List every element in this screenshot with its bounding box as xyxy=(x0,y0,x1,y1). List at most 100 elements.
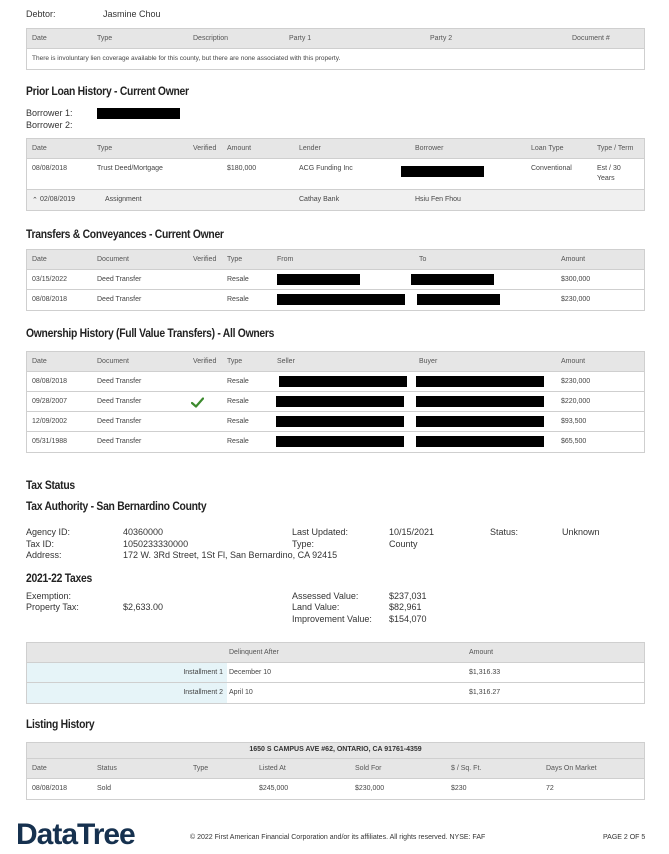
assignment-type: Assignment xyxy=(105,196,142,203)
column-header: Amount xyxy=(227,145,252,152)
column-header: Date xyxy=(32,358,47,365)
redacted-buyer xyxy=(416,376,544,387)
owner-type: Resale xyxy=(227,378,249,385)
installments-table: Delinquent After Amount Installment 1 De… xyxy=(26,642,645,704)
listing-listed: $245,000 xyxy=(259,785,289,792)
redacted-seller xyxy=(279,376,407,387)
table-header: Date Status Type Listed At Sold For $ / … xyxy=(27,759,644,779)
land-label: Land Value: xyxy=(292,602,340,612)
column-header: Party 2 xyxy=(430,35,453,42)
installment-amount: $1,316.33 xyxy=(469,669,501,676)
installment-label: Installment 1 xyxy=(183,669,223,676)
listing-address: 1650 S CAMPUS AVE #62, ONTARIO, CA 91761… xyxy=(249,746,422,753)
table-header: Date Type Description Party 1 Party 2 Do… xyxy=(27,29,644,49)
owner-doc: Deed Transfer xyxy=(97,398,142,405)
owner-type: Resale xyxy=(227,438,249,445)
installment-date: April 10 xyxy=(229,689,253,696)
column-header: Document xyxy=(97,256,129,263)
transfer-amount: $230,000 xyxy=(561,296,591,303)
column-header: Listed At xyxy=(259,765,286,772)
assignment-date: 02/08/2019 xyxy=(40,196,76,203)
listing-date: 08/08/2018 xyxy=(32,785,68,792)
transfer-date: 08/08/2018 xyxy=(32,296,68,303)
verified-check-icon xyxy=(191,397,204,408)
table-header: Date Document Verified Type Seller Buyer… xyxy=(27,352,644,372)
installment-date: December 10 xyxy=(229,669,272,676)
owner-doc: Deed Transfer xyxy=(97,438,142,445)
owner-amount: $220,000 xyxy=(561,398,591,405)
column-header: Type / Term xyxy=(597,145,634,152)
listing-table: 1650 S CAMPUS AVE #62, ONTARIO, CA 91761… xyxy=(26,742,645,800)
owner-date: 05/31/1988 xyxy=(32,438,68,445)
taxid-value: 1050233330000 xyxy=(123,539,189,549)
redacted-buyer xyxy=(416,416,544,427)
column-header: From xyxy=(277,256,294,263)
tax-authority-title: Tax Authority - San Bernardino County xyxy=(26,501,207,513)
debtor-label: Debtor: xyxy=(26,9,56,19)
tax-year-title: 2021-22 Taxes xyxy=(26,573,92,585)
column-header: Date xyxy=(32,256,47,263)
transfer-doc: Deed Transfer xyxy=(97,276,142,283)
table-header: Delinquent After Amount xyxy=(27,643,644,663)
liens-note: There is involuntary lien coverage avail… xyxy=(32,55,341,62)
loan-date: 08/08/2018 xyxy=(32,165,68,172)
column-header: Type xyxy=(97,35,113,42)
redacted-borrower1 xyxy=(97,108,180,119)
owner-type: Resale xyxy=(227,398,249,405)
owner-date: 08/08/2018 xyxy=(32,378,68,385)
assessed-label: Assessed Value: xyxy=(292,591,359,601)
column-header: Verified xyxy=(193,145,217,152)
installment-amount: $1,316.27 xyxy=(469,689,501,696)
column-header: Delinquent After xyxy=(229,649,279,656)
table-row: 12/09/2002 Deed Transfer Resale $93,500 xyxy=(27,412,644,432)
column-header: Date xyxy=(32,35,47,42)
owner-date: 09/28/2007 xyxy=(32,398,68,405)
redacted-buyer xyxy=(416,396,544,407)
updated-value: 10/15/2021 xyxy=(389,527,435,537)
status-label: Status: xyxy=(490,527,519,537)
column-header: Party 1 xyxy=(289,35,312,42)
exemption-label: Exemption: xyxy=(26,591,72,601)
taxid-label: Tax ID: xyxy=(26,539,55,549)
updated-label: Last Updated: xyxy=(292,527,349,537)
tax-status-title: Tax Status xyxy=(26,480,75,492)
column-header: Verified xyxy=(193,358,217,365)
column-header: Type xyxy=(227,256,243,263)
column-header: Type xyxy=(227,358,243,365)
agency-label: Agency ID: xyxy=(26,527,71,537)
assessed-value: $237,031 xyxy=(389,591,427,601)
table-row: 05/31/1988 Deed Transfer Resale $65,500 xyxy=(27,432,644,452)
column-header: Seller xyxy=(277,358,295,365)
type-value: County xyxy=(389,539,418,549)
table-row: 09/28/2007 Deed Transfer Resale $220,000 xyxy=(27,392,644,412)
transfers-title: Transfers & Conveyances - Current Owner xyxy=(26,229,224,241)
column-header: Loan Type xyxy=(531,145,564,152)
loan-type: Trust Deed/Mortgage xyxy=(97,165,163,172)
borrower2-label: Borrower 2: xyxy=(26,120,73,130)
transfer-doc: Deed Transfer xyxy=(97,296,142,303)
prior-loan-table: Date Type Verified Amount Lender Borrowe… xyxy=(26,138,645,211)
column-header: $ / Sq. Ft. xyxy=(451,765,482,772)
owner-type: Resale xyxy=(227,418,249,425)
table-row: 08/08/2018 Trust Deed/Mortgage $180,000 … xyxy=(27,159,644,190)
agency-value: 40360000 xyxy=(123,527,164,537)
column-header: Description xyxy=(193,35,229,42)
owner-doc: Deed Transfer xyxy=(97,378,142,385)
status-value: Unknown xyxy=(562,527,600,537)
table-row: 08/08/2018 Deed Transfer Resale $230,000 xyxy=(27,372,644,392)
table-row: There is involuntary lien coverage avail… xyxy=(27,49,644,69)
column-header: Date xyxy=(32,765,47,772)
improvement-value: $154,070 xyxy=(389,614,427,624)
redacted-borrower xyxy=(401,166,484,177)
chevron-up-icon[interactable]: ⌃ xyxy=(32,196,38,204)
listing-address-header: 1650 S CAMPUS AVE #62, ONTARIO, CA 91761… xyxy=(27,743,644,759)
table-row: 08/08/2018 Deed Transfer Resale $230,000 xyxy=(27,290,644,310)
column-header: Amount xyxy=(561,358,586,365)
debtor-value: Jasmine Chou xyxy=(103,9,161,19)
owner-doc: Deed Transfer xyxy=(97,418,142,425)
redacted-seller xyxy=(276,396,404,407)
table-row-assignment[interactable]: ⌃ 02/08/2019 Assignment Cathay Bank Hsiu… xyxy=(27,190,644,210)
table-row: 08/08/2018 Sold $245,000 $230,000 $230 7… xyxy=(27,779,644,799)
transfer-amount: $300,000 xyxy=(561,276,591,283)
installment-label: Installment 2 xyxy=(183,689,223,696)
